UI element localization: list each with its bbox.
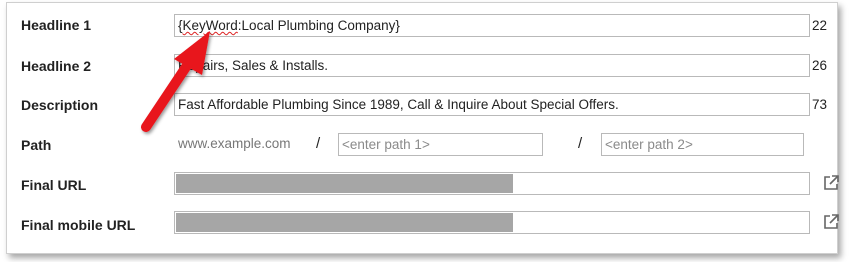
final-url-label: Final URL bbox=[21, 177, 87, 193]
path-label: Path bbox=[21, 137, 52, 153]
ad-editor-panel: Headline 1 {KeyWord:Local Plumbing Compa… bbox=[6, 2, 840, 254]
description-char-count: 73 bbox=[812, 97, 828, 112]
headline1-char-count: 22 bbox=[812, 18, 828, 33]
headline2-input[interactable]: Repairs, Sales & Installs. bbox=[174, 54, 810, 77]
final-mobile-url-redaction bbox=[176, 213, 513, 232]
path-separator-2: / bbox=[578, 135, 583, 152]
path-domain: www.example.com bbox=[178, 136, 291, 151]
external-link-icon[interactable] bbox=[822, 213, 840, 231]
external-link-icon[interactable] bbox=[822, 174, 840, 192]
headline1-label: Headline 1 bbox=[21, 17, 92, 33]
headline2-label: Headline 2 bbox=[21, 58, 92, 74]
path2-input[interactable]: <enter path 2> bbox=[601, 133, 804, 156]
description-label: Description bbox=[21, 97, 99, 113]
final-mobile-url-label: Final mobile URL bbox=[21, 217, 136, 233]
headline1-value-rest: :Local Plumbing Company} bbox=[237, 18, 400, 33]
description-input[interactable]: Fast Affordable Plumbing Since 1989, Cal… bbox=[174, 93, 810, 116]
headline1-input[interactable]: {KeyWord:Local Plumbing Company} bbox=[174, 14, 810, 37]
path-separator-1: / bbox=[316, 135, 321, 152]
path1-input[interactable]: <enter path 1> bbox=[338, 133, 543, 156]
final-mobile-url-input[interactable] bbox=[174, 211, 810, 234]
final-url-input[interactable] bbox=[174, 172, 810, 195]
red-arrow-annotation bbox=[141, 31, 210, 132]
final-url-redaction bbox=[176, 174, 513, 193]
headline2-char-count: 26 bbox=[812, 58, 828, 73]
